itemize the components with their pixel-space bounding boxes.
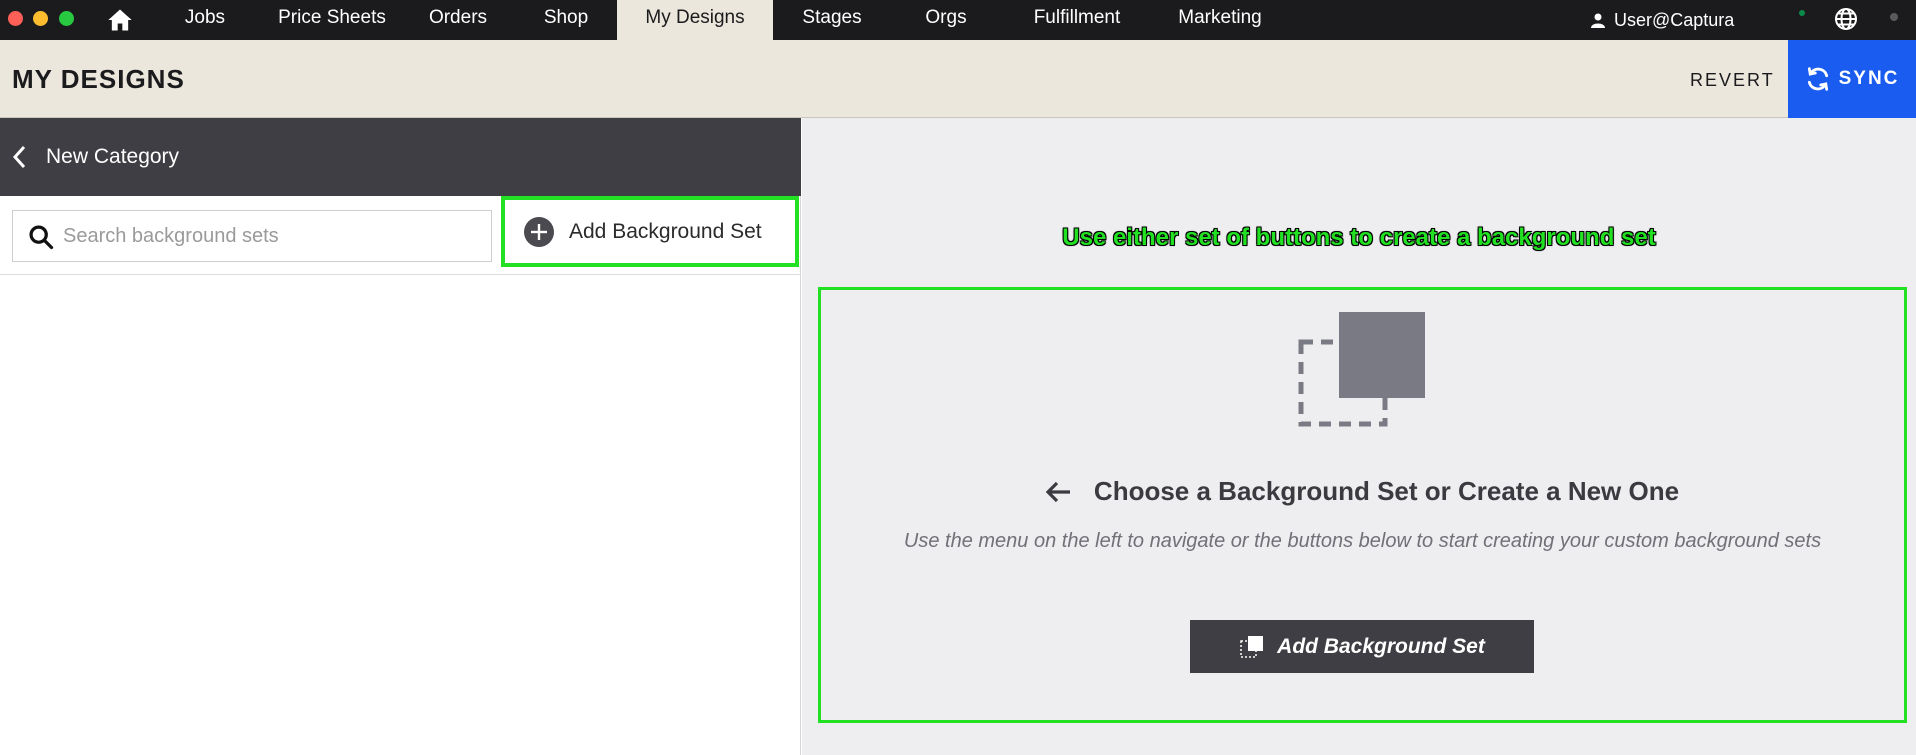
background-set-illustration-icon <box>1298 312 1425 427</box>
empty-state-subtitle: Use the menu on the left to navigate or … <box>903 530 1822 552</box>
home-icon[interactable] <box>106 6 134 34</box>
user-menu[interactable]: User@Captura <box>1590 0 1734 40</box>
window-minimize-button[interactable] <box>33 11 48 26</box>
empty-state-title: Choose a Background Set or Create a New … <box>821 476 1904 507</box>
nav-tab-stages[interactable]: Stages <box>792 0 872 40</box>
sync-button[interactable]: SYNC <box>1788 40 1916 118</box>
nav-tab-marketing[interactable]: Marketing <box>1168 0 1272 40</box>
back-chevron-icon[interactable] <box>10 144 30 170</box>
left-panel: New Category Add Background Set <box>0 118 801 755</box>
nav-tab-orders[interactable]: Orders <box>418 0 498 40</box>
page-header: MY DESIGNS REVERT SYNC <box>0 40 1916 118</box>
user-name: User@Captura <box>1614 10 1735 30</box>
search-box[interactable] <box>12 210 492 262</box>
search-input[interactable] <box>63 211 483 261</box>
page-title: MY DESIGNS <box>12 64 185 94</box>
sync-icon <box>1807 67 1828 91</box>
divider <box>0 274 801 275</box>
nav-tab-my-designs[interactable]: My Designs <box>617 0 773 40</box>
nav-tab-fulfillment[interactable]: Fulfillment <box>1024 0 1130 40</box>
add-background-set-button[interactable]: Add Background Set <box>501 196 799 267</box>
indicator-dot <box>1890 13 1898 21</box>
category-bar: New Category <box>0 118 801 196</box>
top-nav: Jobs Price Sheets Orders Shop My Designs… <box>0 0 1916 40</box>
window-close-button[interactable] <box>8 11 23 26</box>
sync-label: SYNC <box>1838 68 1900 89</box>
window-zoom-button[interactable] <box>59 11 74 26</box>
add-background-set-main-label: Add Background Set <box>1277 634 1485 658</box>
empty-state-highlight: Choose a Background Set or Create a New … <box>818 287 1907 723</box>
nav-tab-orgs[interactable]: Orgs <box>906 0 986 40</box>
arrow-left-icon <box>1045 481 1070 502</box>
add-background-set-label: Add Background Set <box>569 219 762 243</box>
right-panel: Use either set of buttons to create a ba… <box>802 118 1916 755</box>
category-title: New Category <box>46 145 180 168</box>
annotation-text: Use either set of buttons to create a ba… <box>1062 224 1656 251</box>
plus-circle-icon <box>524 216 554 247</box>
background-set-icon <box>1240 635 1264 658</box>
empty-state-title-text: Choose a Background Set or Create a New … <box>1093 476 1680 506</box>
nav-tab-shop[interactable]: Shop <box>528 0 604 40</box>
search-icon <box>27 223 55 251</box>
revert-button[interactable]: REVERT <box>1690 70 1775 91</box>
status-dot <box>1799 10 1805 16</box>
user-icon <box>1591 13 1605 28</box>
add-background-set-main-button[interactable]: Add Background Set <box>1190 620 1534 673</box>
globe-icon[interactable] <box>1834 7 1858 31</box>
nav-tab-price-sheets[interactable]: Price Sheets <box>268 0 396 40</box>
nav-tab-jobs[interactable]: Jobs <box>170 0 240 40</box>
